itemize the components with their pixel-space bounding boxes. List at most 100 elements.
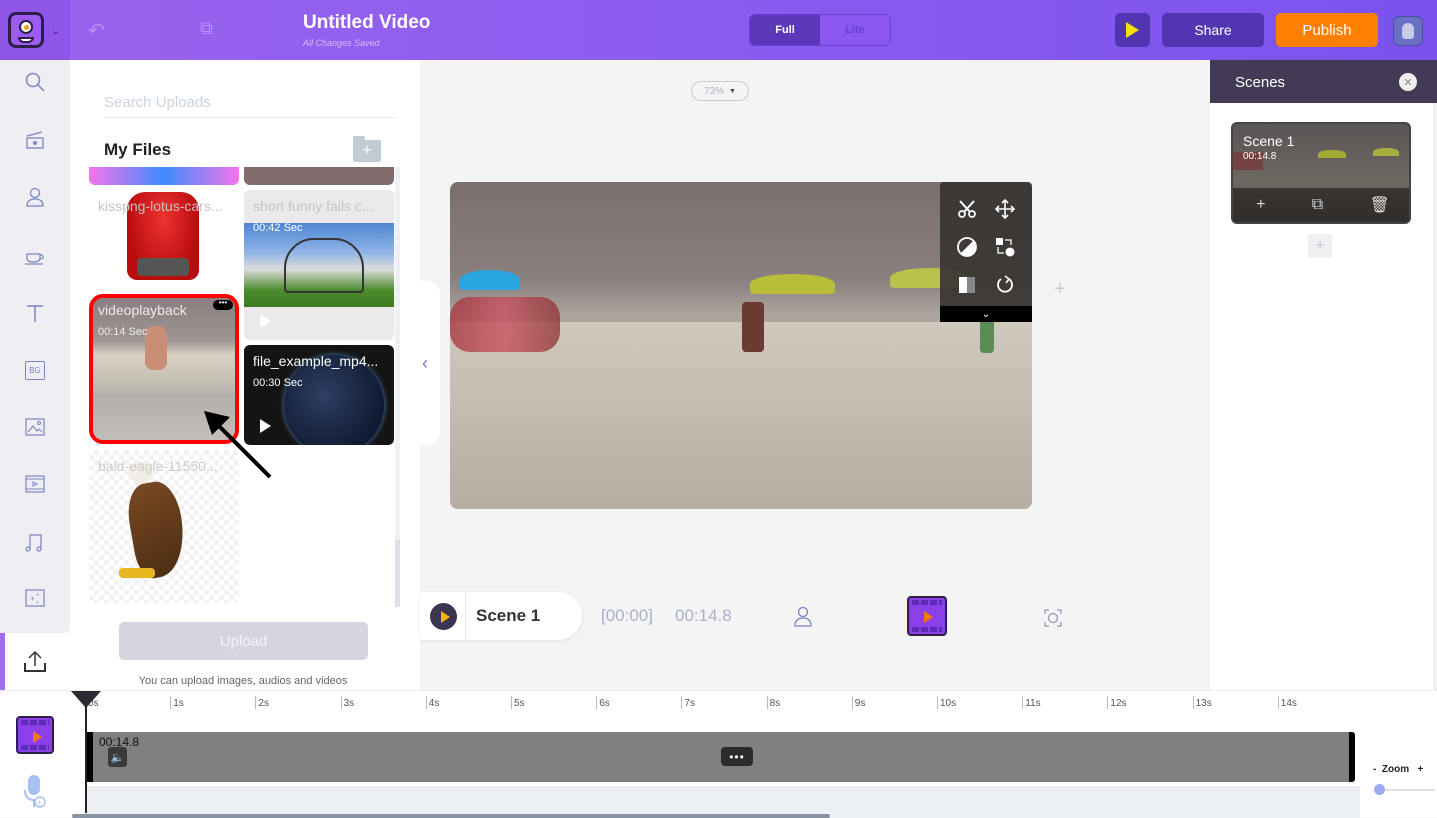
sidebar: BG + + +: [0, 60, 70, 633]
undo-icon[interactable]: ↶: [88, 18, 105, 43]
image-icon: [25, 418, 45, 436]
preview-button[interactable]: [1115, 13, 1150, 47]
sidebar-item-text[interactable]: [0, 293, 70, 333]
cut-icon[interactable]: [952, 194, 982, 224]
video-track-button[interactable]: [907, 596, 947, 636]
filter-icon[interactable]: [952, 232, 982, 262]
file-name: file_example_mp4...: [253, 353, 379, 369]
chevron-left-icon: ‹: [422, 352, 428, 373]
mode-lite[interactable]: Lite: [820, 15, 890, 45]
share-button[interactable]: Share: [1162, 13, 1264, 47]
scrollbar-thumb[interactable]: [395, 540, 400, 607]
rotate-icon[interactable]: [990, 270, 1020, 300]
playhead[interactable]: [71, 691, 101, 813]
video-title[interactable]: Untitled Video: [303, 12, 430, 34]
timeline-scrollbar[interactable]: [72, 814, 830, 818]
character-icon: [794, 606, 812, 627]
sidebar-item-effects[interactable]: + + +: [0, 578, 70, 618]
caret-down-icon: ▼: [729, 87, 736, 95]
chevron-down-icon: ⌄: [51, 25, 61, 37]
new-folder-button[interactable]: +: [353, 136, 381, 162]
timeline-tick: 5s: [511, 696, 525, 709]
canvas-zoom-dropdown[interactable]: 73% ▼: [691, 81, 749, 101]
focus-button[interactable]: [1043, 608, 1063, 633]
volume-icon[interactable]: 🔈: [108, 747, 127, 767]
mode-full[interactable]: Full: [750, 15, 820, 45]
file-thumbnail: [145, 326, 167, 370]
timeline-tick: 7s: [681, 696, 695, 709]
play-icon[interactable]: [260, 314, 271, 328]
timeline-tick: 13s: [1192, 696, 1212, 709]
search-uploads-input[interactable]: Search Uploads: [104, 88, 396, 118]
sidebar-item-videos[interactable]: [0, 464, 70, 504]
play-icon: [440, 610, 450, 623]
sidebar-item-props[interactable]: [0, 235, 70, 275]
duplicate-scene-icon[interactable]: ⧉: [1312, 196, 1323, 214]
app-menu[interactable]: ⌄: [0, 0, 70, 60]
file-card-partial[interactable]: [244, 167, 394, 185]
opacity-icon[interactable]: [952, 270, 982, 300]
sidebar-item-scenes[interactable]: [0, 120, 70, 160]
file-thumbnail: [123, 478, 191, 581]
search-icon: [25, 72, 45, 92]
user-avatar[interactable]: [1393, 16, 1423, 46]
more-tools-chevron-icon[interactable]: ⌄: [940, 306, 1032, 322]
zoom-control: - Zoom +: [1373, 764, 1433, 775]
save-status: All Changes Saved: [303, 38, 380, 48]
add-element-icon[interactable]: +: [1054, 278, 1066, 301]
clip-options-button[interactable]: •••: [721, 747, 753, 766]
sidebar-item-music[interactable]: [0, 522, 70, 562]
add-scene-icon[interactable]: +: [1256, 196, 1265, 214]
add-scene-button[interactable]: +: [1308, 234, 1332, 258]
sidebar-item-bg[interactable]: BG: [0, 350, 70, 390]
zoom-label: Zoom: [1381, 764, 1410, 775]
move-icon[interactable]: [990, 194, 1020, 224]
scene-thumb-detail: [1373, 148, 1399, 156]
video-icon: [25, 475, 45, 493]
file-card[interactable]: short funny fails c... 00:42 Sec: [244, 190, 394, 340]
zoom-level: 73%: [704, 85, 725, 97]
timeline-tick: 1s: [170, 696, 184, 709]
top-bar: ⌄ ↶ ⧉ Untitled Video All Changes Saved F…: [0, 0, 1437, 60]
play-scene-button[interactable]: [430, 603, 457, 630]
svg-text:+: +: [30, 594, 35, 603]
file-name: short funny fails c...: [253, 198, 374, 214]
divider: [465, 592, 466, 640]
annotation-arrow: [204, 411, 272, 479]
car-bumper: [137, 258, 189, 276]
zoom-out-button[interactable]: -: [1373, 764, 1376, 775]
sidebar-item-images[interactable]: [0, 407, 70, 447]
file-card[interactable]: kisspng-lotus-cars...: [89, 190, 239, 285]
close-icon[interactable]: ✕: [1399, 73, 1417, 91]
duplicate-icon[interactable]: ⧉: [200, 18, 213, 39]
scene-card[interactable]: Scene 1 00:14.8 + ⧉ 🗑: [1231, 122, 1411, 224]
timeline-tick: 2s: [255, 696, 269, 709]
mic-add-icon[interactable]: +: [24, 774, 46, 808]
zoom-in-button[interactable]: +: [1417, 764, 1423, 775]
video-film-icon: [907, 596, 947, 636]
section-title: My Files: [104, 140, 172, 159]
character-button[interactable]: [793, 606, 813, 633]
file-duration: 00:42 Sec: [253, 222, 303, 234]
video-clip-track[interactable]: 00:14.8 🔈 •••: [87, 732, 1355, 782]
timeline-tick: 6s: [596, 696, 610, 709]
mode-toggle[interactable]: Full Lite: [749, 14, 891, 46]
upload-button[interactable]: Upload: [119, 622, 368, 660]
plus-icon: +: [362, 142, 372, 159]
file-card-partial[interactable]: [89, 167, 239, 185]
music-icon: [25, 534, 42, 552]
swap-icon[interactable]: [990, 232, 1020, 262]
timeline-tick: 3s: [340, 696, 354, 709]
collapse-panel-button[interactable]: ‹: [400, 281, 440, 445]
sidebar-item-uploads[interactable]: [0, 633, 70, 690]
sidebar-item-characters[interactable]: [0, 177, 70, 217]
text-icon: [27, 305, 43, 322]
zoom-slider-handle[interactable]: [1374, 784, 1385, 795]
focus-icon: [1044, 609, 1062, 627]
video-track-icon: [16, 716, 54, 754]
sidebar-item-search[interactable]: [0, 62, 70, 102]
more-options-icon[interactable]: •••: [213, 299, 233, 310]
zoom-slider[interactable]: [1377, 789, 1435, 791]
delete-scene-icon[interactable]: 🗑: [1370, 195, 1390, 215]
publish-button[interactable]: Publish: [1276, 13, 1378, 47]
